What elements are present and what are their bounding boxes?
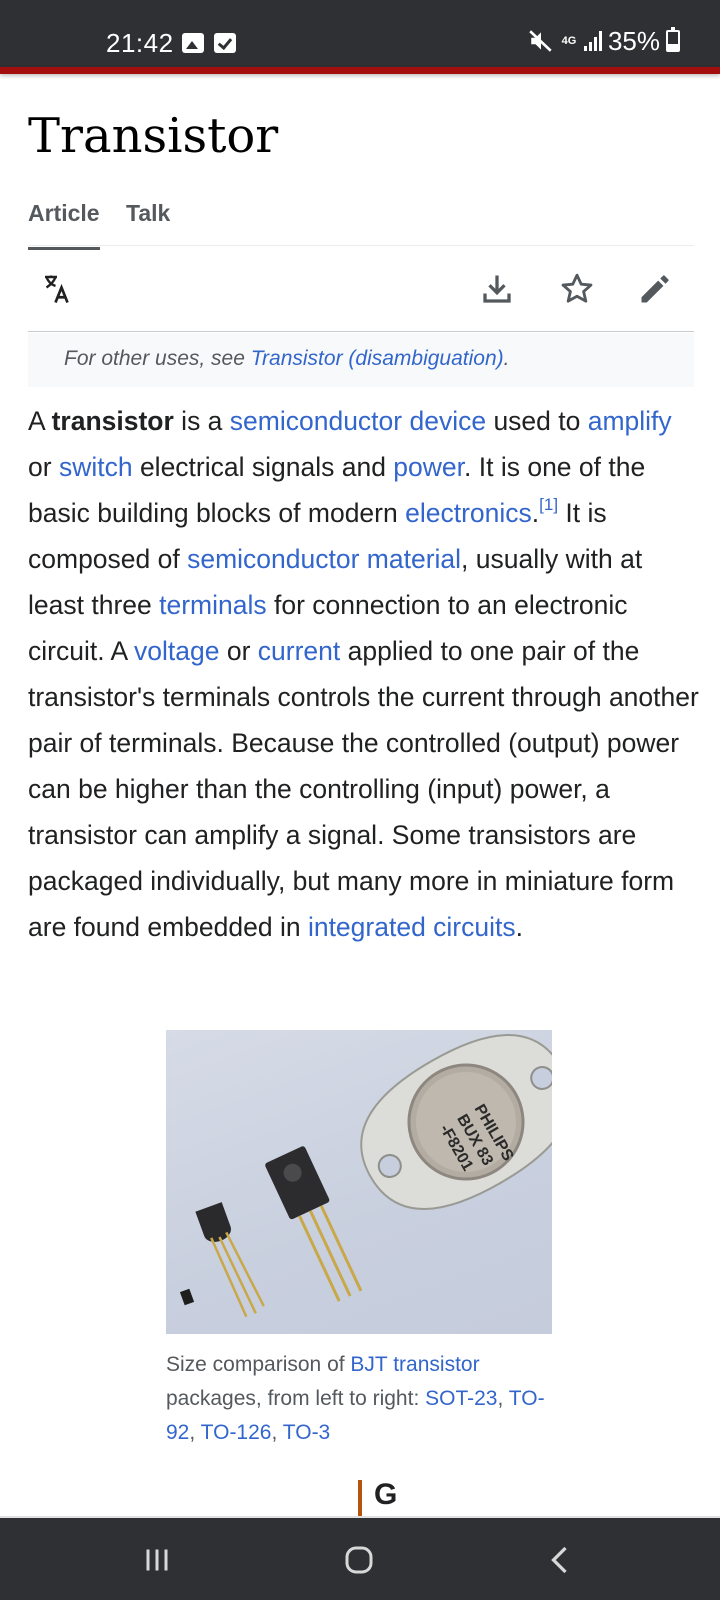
- link-current[interactable]: current: [258, 636, 340, 666]
- hatnote-suffix: .: [503, 347, 510, 370]
- translate-icon[interactable]: [32, 264, 82, 314]
- star-icon[interactable]: [552, 264, 602, 314]
- link-amplify[interactable]: amplify: [588, 406, 672, 436]
- mute-icon: [528, 28, 554, 54]
- link-semiconductor-material[interactable]: semiconductor material: [187, 544, 461, 574]
- text: or: [28, 452, 59, 482]
- text: .: [515, 912, 523, 942]
- link-switch[interactable]: switch: [59, 452, 133, 482]
- back-icon[interactable]: [536, 1540, 586, 1580]
- status-bar: 21:42 4G 35%: [0, 0, 720, 68]
- page-actions-toolbar: [28, 250, 694, 332]
- link-to-126[interactable]: TO-126: [201, 1421, 272, 1444]
- page-title: Transistor: [28, 108, 279, 164]
- status-indicators: 4G 35%: [528, 26, 680, 56]
- status-time: 21:42: [106, 28, 174, 58]
- page-tabs: Article Talk: [28, 196, 694, 250]
- hatnote-prefix: For other uses, see: [64, 347, 251, 370]
- bold-term: transistor: [51, 406, 174, 436]
- figure-caption: Size comparison of BJT transistor packag…: [166, 1348, 552, 1450]
- link-to-3[interactable]: TO-3: [283, 1421, 330, 1444]
- link-electronics[interactable]: electronics: [405, 498, 532, 528]
- text: is a: [173, 406, 230, 436]
- disambiguation-link[interactable]: Transistor (disambiguation): [251, 347, 504, 370]
- network-type: 4G: [561, 35, 577, 47]
- system-nav-bar: [0, 1516, 720, 1600]
- link-bjt-transistor[interactable]: BJT transistor: [350, 1353, 479, 1376]
- partial-image-edge: [358, 1480, 362, 1516]
- reference-link[interactable]: [1]: [539, 495, 558, 514]
- hatnote: For other uses, see Transistor (disambig…: [28, 333, 694, 387]
- link-integrated-circuits[interactable]: integrated circuits: [308, 912, 516, 942]
- link-semiconductor-device[interactable]: semiconductor device: [230, 406, 486, 436]
- text: ,: [271, 1421, 283, 1444]
- text: used to: [486, 406, 588, 436]
- transistor-packages-image[interactable]: PHILIPS BUX 83 -F8201: [166, 1030, 552, 1334]
- home-icon[interactable]: [334, 1540, 384, 1580]
- signal-icon: [583, 31, 602, 51]
- link-sot-23[interactable]: SOT-23: [425, 1387, 497, 1410]
- text: applied to one pair of the transistor's …: [28, 636, 699, 942]
- figure: PHILIPS BUX 83 -F8201 Size comparison of…: [166, 1030, 552, 1450]
- download-icon[interactable]: [472, 264, 522, 314]
- text: or: [219, 636, 258, 666]
- link-voltage[interactable]: voltage: [134, 636, 219, 666]
- tab-talk[interactable]: Talk: [126, 200, 170, 227]
- partial-next-content: G: [374, 1478, 398, 1511]
- text: A: [28, 406, 52, 436]
- text: ,: [497, 1387, 509, 1410]
- pencil-icon[interactable]: [630, 264, 680, 314]
- tab-article[interactable]: Article: [28, 200, 100, 250]
- checkbox-notification-icon: [214, 33, 236, 53]
- intro-paragraph: A transistor is a semiconductor device u…: [28, 398, 700, 950]
- battery-icon: [666, 27, 680, 52]
- text: packages, from left to right:: [166, 1387, 426, 1410]
- battery-percent: 35%: [607, 25, 660, 56]
- text: electrical signals and: [132, 452, 394, 482]
- text: ,: [189, 1421, 201, 1444]
- gallery-notification-icon: [182, 33, 204, 53]
- text: Size comparison of: [166, 1353, 351, 1376]
- progress-accent-line: [0, 67, 720, 74]
- link-terminals[interactable]: terminals: [159, 590, 267, 620]
- link-power[interactable]: power: [393, 452, 464, 482]
- recents-icon[interactable]: [132, 1540, 182, 1580]
